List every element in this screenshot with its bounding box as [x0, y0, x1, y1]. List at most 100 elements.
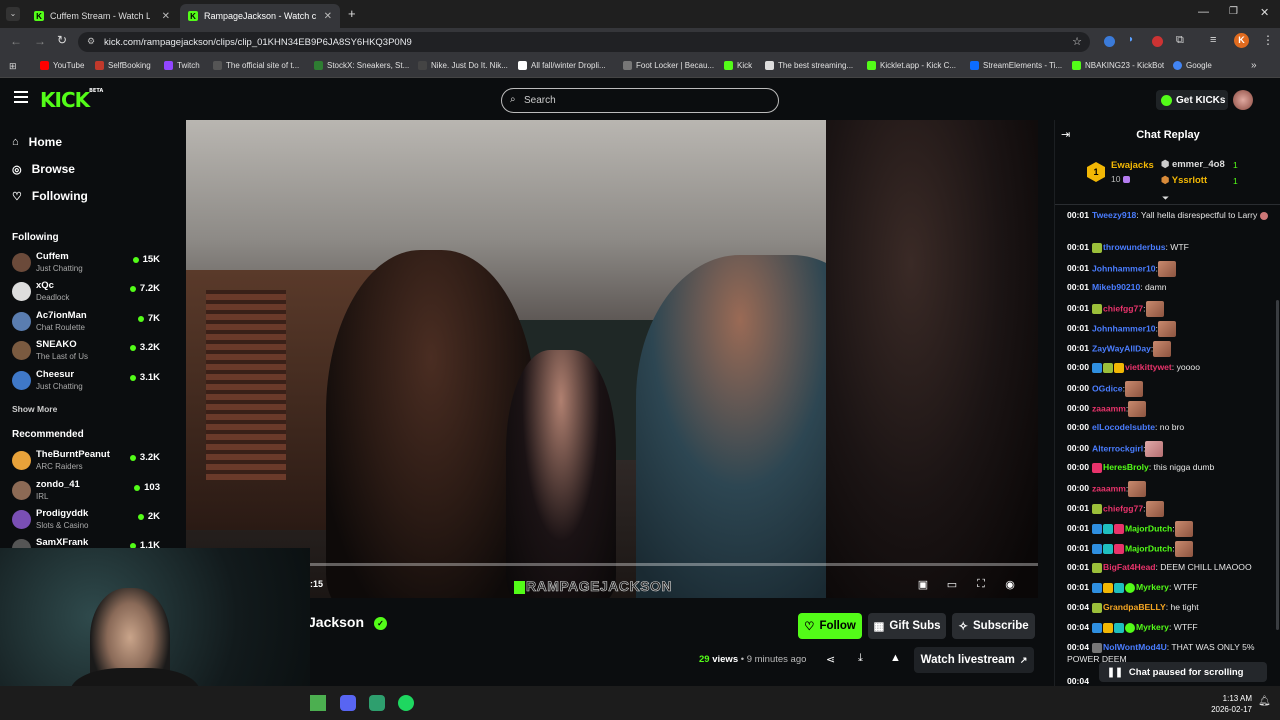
- miniplayer-icon[interactable]: ▣: [916, 578, 930, 592]
- spotify-app-icon[interactable]: [398, 695, 414, 711]
- emote-icon: [1174, 521, 1193, 537]
- chat-scrollbar[interactable]: [1276, 300, 1279, 630]
- close-icon[interactable]: ✕: [324, 11, 332, 22]
- nav-following[interactable]: ♡ Following: [12, 189, 88, 203]
- close-icon[interactable]: ✕: [162, 11, 170, 22]
- bookmark-item[interactable]: StockX: Sneakers, St...: [314, 61, 409, 70]
- extension-icon[interactable]: [1152, 36, 1163, 47]
- maximize-icon[interactable]: ❐: [1229, 6, 1238, 17]
- user-avatar[interactable]: [1233, 90, 1253, 110]
- window-close-icon[interactable]: ✕: [1260, 6, 1269, 19]
- channel-item[interactable]: Cuffem Just Chatting 15K: [12, 250, 160, 276]
- forward-icon[interactable]: →: [34, 34, 46, 48]
- url-text: kick.com/rampagejackson/clips/clip_01KHN…: [104, 36, 412, 48]
- bookmark-item[interactable]: SelfBooking: [95, 61, 151, 70]
- tab-search-icon[interactable]: ⌄: [6, 7, 20, 21]
- channel-item[interactable]: SNEAKO The Last of Us 3.2K: [12, 338, 160, 364]
- separator-dot: •: [740, 654, 745, 665]
- bookmark-item[interactable]: NBAKING23 - KickBot: [1072, 61, 1164, 70]
- apps-grid-icon[interactable]: ⊞: [9, 61, 17, 72]
- site-icon: [765, 61, 774, 70]
- site-icon: [213, 61, 222, 70]
- follow-button[interactable]: ♡ Follow: [798, 613, 862, 639]
- site-info-icon[interactable]: ⚙: [87, 36, 95, 47]
- leader-third[interactable]: ⬢ Yssrlott: [1161, 175, 1207, 186]
- bookmark-item[interactable]: Nike. Just Do It. Nik...: [418, 61, 508, 70]
- channel-item[interactable]: xQc Deadlock 7.2K: [12, 279, 160, 305]
- bookmark-item[interactable]: StreamElements - Ti...: [970, 61, 1062, 70]
- xbox-app-icon[interactable]: [310, 695, 326, 711]
- share-icon[interactable]: ⋖: [826, 653, 835, 666]
- channel-item[interactable]: Prodigyddk Slots & Casino 2K: [12, 507, 160, 533]
- gift-icon: ▦: [873, 621, 885, 633]
- app-icon[interactable]: [369, 695, 385, 711]
- star-icon: ✧: [958, 621, 969, 633]
- hamburger-menu-icon[interactable]: [14, 91, 28, 103]
- tab-rampagejackson[interactable]: K RampageJackson - Watch clips ✕: [180, 4, 340, 28]
- chat-message: 00:00 Alterrockgirl:: [1067, 441, 1277, 457]
- bookmark-item[interactable]: All fall/winter Dropli...: [518, 61, 606, 70]
- bookmark-star-icon[interactable]: ☆: [1072, 35, 1082, 48]
- compass-icon: ◎: [12, 163, 22, 176]
- bookmark-item[interactable]: Kick: [724, 61, 752, 70]
- address-bar-row: ← → ↻ ⚙ kick.com/rampagejackson/clips/cl…: [0, 28, 1280, 56]
- sidebar: ⌂ Home ◎ Browse ♡ Following Following Cuffe…: [0, 120, 172, 550]
- badge-icon: [1091, 582, 1102, 593]
- streamelements-icon: [970, 61, 979, 70]
- report-icon[interactable]: ▲: [890, 652, 901, 664]
- emote-icon: [1157, 261, 1176, 277]
- bookmark-item[interactable]: Foot Locker | Becau...: [623, 61, 714, 70]
- get-kicks-button[interactable]: Get KICKs: [1156, 90, 1228, 110]
- watch-livestream-button[interactable]: Watch livestream ↗: [914, 647, 1034, 673]
- show-more-link[interactable]: Show More: [12, 404, 57, 414]
- search-input[interactable]: ⌕ Search: [501, 88, 779, 113]
- media-icon[interactable]: ≡: [1210, 34, 1216, 46]
- discord-app-icon[interactable]: [340, 695, 356, 711]
- extension-icon[interactable]: ◗: [1128, 34, 1134, 45]
- extension-icon[interactable]: [1104, 36, 1115, 47]
- sub-badge-icon: [1091, 504, 1102, 514]
- url-input[interactable]: ⚙ kick.com/rampagejackson/clips/clip_01K…: [78, 32, 1090, 52]
- nav-browse[interactable]: ◎ Browse: [12, 162, 75, 176]
- back-icon[interactable]: ←: [10, 34, 22, 48]
- notification-bell-icon[interactable]: 🔔︎: [1258, 696, 1271, 707]
- chat-paused-button[interactable]: ❚❚ Chat paused for scrolling: [1099, 662, 1267, 682]
- home-icon: ⌂: [12, 136, 19, 148]
- new-tab-icon[interactable]: +: [348, 6, 356, 21]
- subscribe-button[interactable]: ✧ Subscribe: [952, 613, 1035, 639]
- bookmark-item[interactable]: YouTube: [40, 61, 84, 70]
- bookmark-item[interactable]: The official site of t...: [213, 61, 299, 70]
- tab-cuffem[interactable]: K Cuffem Stream - Watch Live ✕: [26, 4, 178, 28]
- channel-item[interactable]: zondo_41 IRL 103: [12, 478, 160, 504]
- bookmark-item[interactable]: Kicklet.app - Kick C...: [867, 61, 956, 70]
- download-icon[interactable]: ⤓: [858, 652, 863, 665]
- gift-subs-button[interactable]: ▦ Gift Subs: [868, 613, 946, 639]
- bookmark-item[interactable]: Google: [1173, 61, 1212, 70]
- bookmarks-bar: ⊞ YouTube SelfBooking Twitch The officia…: [0, 56, 1280, 78]
- settings-icon[interactable]: ◉: [1003, 578, 1017, 592]
- bookmark-item[interactable]: Twitch: [164, 61, 200, 70]
- extensions-puzzle-icon[interactable]: ⧉: [1176, 34, 1184, 47]
- channel-item[interactable]: Cheesur Just Chatting 3.1K: [12, 368, 160, 394]
- leader-first-name[interactable]: Ewajacks: [1111, 160, 1154, 171]
- profile-avatar[interactable]: K: [1234, 33, 1249, 48]
- video-player[interactable]: [186, 120, 1038, 598]
- theater-mode-icon[interactable]: ▭: [945, 578, 959, 592]
- channel-item[interactable]: TheBurntPeanut ARC Raiders 3.2K: [12, 448, 160, 474]
- browser-menu-icon[interactable]: ⋮: [1262, 33, 1274, 47]
- more-bookmarks-icon[interactable]: »: [1251, 60, 1257, 71]
- expand-leaderboard-icon[interactable]: ⏷: [1162, 193, 1169, 204]
- minimize-icon[interactable]: —: [1198, 6, 1209, 18]
- bookmark-item[interactable]: The best streaming...: [765, 61, 853, 70]
- video-progress-bar[interactable]: [310, 563, 1038, 566]
- channel-name[interactable]: Jackson ✓: [308, 614, 387, 630]
- leader-second[interactable]: ⬢ emmer_4o8: [1161, 159, 1225, 170]
- clip-stats: 29 views • 9 minutes ago: [699, 654, 806, 665]
- nav-home[interactable]: ⌂ Home: [12, 135, 62, 149]
- channel-item[interactable]: Ac7ionMan Chat Roulette 7K: [12, 309, 160, 335]
- fullscreen-icon[interactable]: ⛶: [974, 578, 988, 592]
- reload-icon[interactable]: ↻: [57, 33, 67, 47]
- kick-logo[interactable]: KICKBETA: [40, 88, 103, 112]
- system-clock[interactable]: 1:13 AM 2026-02-17: [1200, 693, 1252, 715]
- emote-icon: [1145, 441, 1164, 457]
